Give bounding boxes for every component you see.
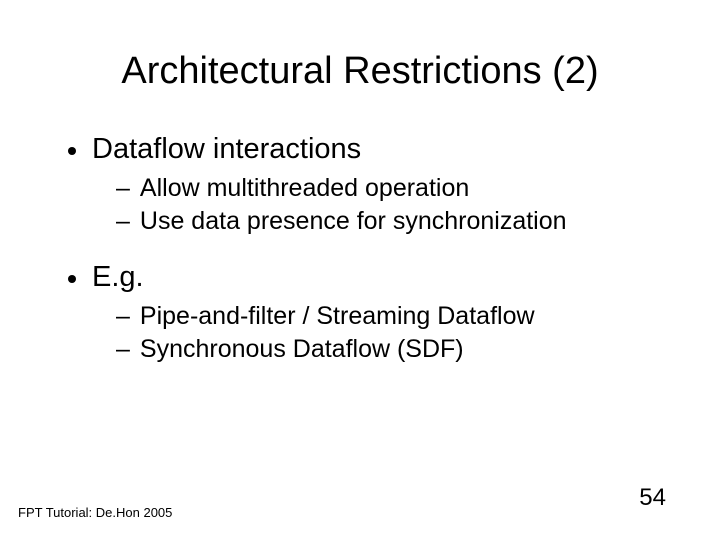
bullet-dot-icon — [68, 147, 76, 155]
bullet-item: Dataflow interactions — [68, 133, 660, 166]
sub-bullet-text: Pipe-and-filter / Streaming Dataflow — [140, 300, 535, 333]
dash-icon: – — [116, 172, 130, 205]
slide-content: Dataflow interactions – Allow multithrea… — [60, 133, 660, 365]
sub-bullet-item: – Allow multithreaded operation — [116, 172, 660, 205]
sub-bullet-group: – Allow multithreaded operation – Use da… — [116, 172, 660, 237]
bullet-item: E.g. — [68, 261, 660, 294]
sub-bullet-group: – Pipe-and-filter / Streaming Dataflow –… — [116, 300, 660, 365]
sub-bullet-item: – Synchronous Dataflow (SDF) — [116, 333, 660, 366]
sub-bullet-text: Use data presence for synchronization — [140, 205, 567, 238]
bullet-text: E.g. — [92, 261, 144, 294]
footer-source: FPT Tutorial: De.Hon 2005 — [18, 505, 172, 520]
sub-bullet-item: – Pipe-and-filter / Streaming Dataflow — [116, 300, 660, 333]
sub-bullet-item: – Use data presence for synchronization — [116, 205, 660, 238]
bullet-dot-icon — [68, 275, 76, 283]
bullet-text: Dataflow interactions — [92, 133, 361, 166]
slide: Architectural Restrictions (2) Dataflow … — [0, 0, 720, 540]
page-number: 54 — [639, 484, 666, 512]
dash-icon: – — [116, 333, 130, 366]
dash-icon: – — [116, 300, 130, 333]
sub-bullet-text: Allow multithreaded operation — [140, 172, 469, 205]
sub-bullet-text: Synchronous Dataflow (SDF) — [140, 333, 464, 366]
dash-icon: – — [116, 205, 130, 238]
slide-title: Architectural Restrictions (2) — [60, 50, 660, 93]
